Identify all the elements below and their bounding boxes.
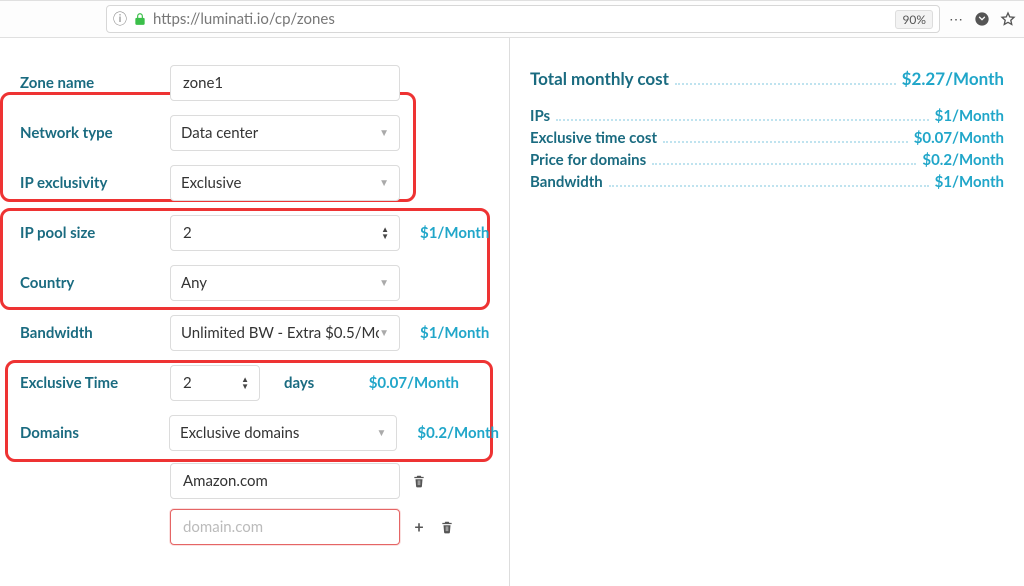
zone-form: Zone name Network type Data center ▼ IP … xyxy=(0,38,510,586)
chevron-down-icon: ▼ xyxy=(379,327,389,339)
cost-summary: Total monthly cost $2.27/Month IPs $1/Mo… xyxy=(510,38,1024,586)
trash-icon[interactable] xyxy=(410,472,428,490)
zone-name-label: Zone name xyxy=(20,74,170,92)
ip-exclusivity-select[interactable]: Exclusive ▼ xyxy=(170,165,400,201)
domain-entry-input[interactable] xyxy=(170,463,400,499)
url-text[interactable]: https://luminati.io/cp/zones xyxy=(153,10,889,28)
country-select[interactable]: Any ▼ xyxy=(170,265,400,301)
network-type-value: Data center xyxy=(181,124,258,142)
star-icon[interactable] xyxy=(998,9,1018,29)
trash-icon[interactable] xyxy=(438,518,456,536)
total-cost-label: Total monthly cost xyxy=(530,68,669,89)
stepper-icon[interactable]: ▲▼ xyxy=(381,226,389,240)
chevron-down-icon: ▼ xyxy=(379,127,389,139)
cost-row-value: $0.2/Month xyxy=(922,151,1004,169)
ip-exclusivity-value: Exclusive xyxy=(181,174,241,192)
domains-price: $0.2/Month xyxy=(417,424,499,442)
dots-divider xyxy=(556,119,928,121)
network-type-label: Network type xyxy=(20,124,170,142)
cost-row-value: $1/Month xyxy=(935,107,1004,125)
exclusive-time-input[interactable]: ▲▼ xyxy=(170,365,260,401)
cost-row: IPs $1/Month xyxy=(530,107,1004,125)
more-icon[interactable]: ⋯ xyxy=(946,9,966,29)
domains-select[interactable]: Exclusive domains ▼ xyxy=(169,415,397,451)
total-cost-value: $2.27/Month xyxy=(902,68,1004,89)
url-box[interactable]: ⓘ https://luminati.io/cp/zones 90% xyxy=(106,5,940,33)
domain-entry-row: + xyxy=(10,504,499,550)
bandwidth-price: $1/Month xyxy=(420,324,489,342)
domain-entry-row xyxy=(10,458,499,504)
dots-divider xyxy=(663,141,908,143)
cost-row-value: $1/Month xyxy=(935,173,1004,191)
pocket-icon[interactable] xyxy=(972,9,992,29)
domain-entry-input[interactable] xyxy=(170,509,400,545)
total-cost-row: Total monthly cost $2.27/Month xyxy=(530,68,1004,89)
cost-row-label: Price for domains xyxy=(530,151,646,169)
network-type-select[interactable]: Data center ▼ xyxy=(170,115,400,151)
chevron-down-icon: ▼ xyxy=(376,427,386,439)
chevron-down-icon: ▼ xyxy=(379,177,389,189)
dots-divider xyxy=(609,185,929,187)
ip-exclusivity-label: IP exclusivity xyxy=(20,174,170,192)
zone-name-input[interactable] xyxy=(170,65,400,101)
cost-row: Bandwidth $1/Month xyxy=(530,173,1004,191)
chevron-down-icon: ▼ xyxy=(379,277,389,289)
plus-icon[interactable]: + xyxy=(410,518,428,536)
cost-row-value: $0.07/Month xyxy=(914,129,1004,147)
bandwidth-select[interactable]: Unlimited BW - Extra $0.5/Month ▼ xyxy=(170,315,400,351)
lock-icon xyxy=(133,12,147,26)
cost-row-label: Exclusive time cost xyxy=(530,129,657,147)
country-label: Country xyxy=(20,274,170,292)
cost-row: Exclusive time cost $0.07/Month xyxy=(530,129,1004,147)
domains-value: Exclusive domains xyxy=(180,424,299,442)
exclusive-time-price: $0.07/Month xyxy=(369,374,459,392)
bandwidth-label: Bandwidth xyxy=(20,324,170,342)
dots-divider xyxy=(675,83,896,85)
domains-label: Domains xyxy=(20,424,169,442)
cost-row-label: IPs xyxy=(530,107,550,125)
cost-row-label: Bandwidth xyxy=(530,173,603,191)
browser-url-bar: ⓘ https://luminati.io/cp/zones 90% ⋯ xyxy=(0,0,1024,38)
ip-pool-size-label: IP pool size xyxy=(20,224,170,242)
zoom-badge[interactable]: 90% xyxy=(895,10,933,29)
exclusive-time-unit: days xyxy=(284,374,314,392)
exclusive-time-label: Exclusive Time xyxy=(20,374,170,392)
ip-pool-size-input[interactable]: ▲▼ xyxy=(170,215,400,251)
info-icon[interactable]: ⓘ xyxy=(113,9,127,29)
stepper-icon[interactable]: ▲▼ xyxy=(241,376,249,390)
cost-row: Price for domains $0.2/Month xyxy=(530,151,1004,169)
dots-divider xyxy=(652,163,916,165)
bandwidth-value: Unlimited BW - Extra $0.5/Month xyxy=(181,324,379,342)
ip-pool-size-price: $1/Month xyxy=(420,224,489,242)
country-value: Any xyxy=(181,274,207,292)
